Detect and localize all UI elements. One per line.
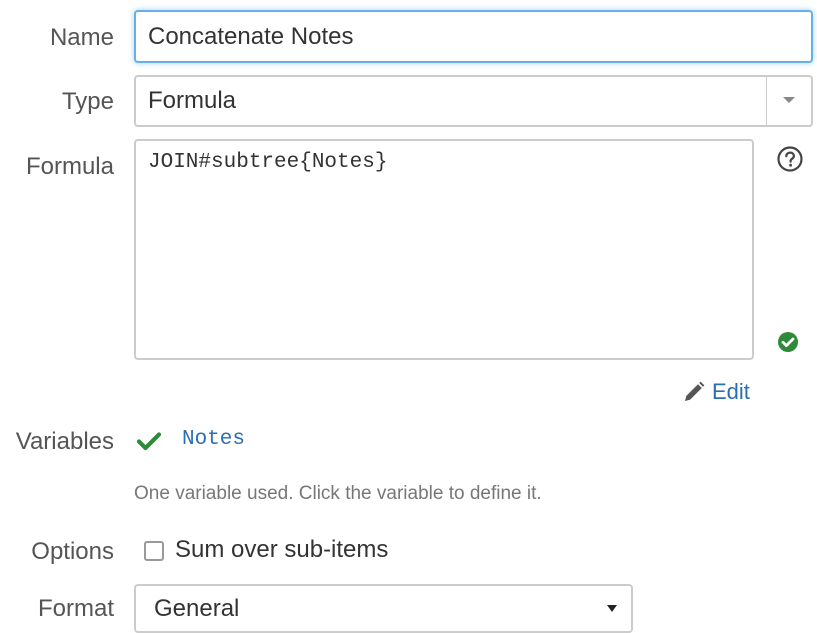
- type-select-value: Formula: [148, 87, 237, 114]
- format-select[interactable]: General: [134, 584, 633, 633]
- name-input[interactable]: Concatenate Notes: [134, 10, 813, 63]
- sum-over-subitems-checkbox[interactable]: [144, 541, 164, 561]
- pencil-icon: [685, 381, 705, 401]
- variable-link-notes[interactable]: Notes: [182, 428, 245, 451]
- format-label: Format: [37, 595, 114, 622]
- dropdown-arrow-icon: [607, 605, 617, 612]
- type-select-divider: [766, 77, 767, 125]
- edit-link[interactable]: Edit: [682, 377, 750, 407]
- formula-label: Formula: [25, 153, 114, 180]
- format-select-value: General: [154, 595, 240, 622]
- chevron-down-icon[interactable]: [783, 97, 795, 103]
- question-circle-icon[interactable]: [776, 145, 804, 173]
- options-label: Options: [31, 538, 114, 565]
- edit-link-label: Edit: [712, 379, 750, 404]
- check-icon: [136, 432, 162, 451]
- formula-textarea[interactable]: JOIN#subtree{Notes}: [134, 139, 754, 360]
- check-circle-icon: [778, 332, 798, 352]
- type-label: Type: [61, 88, 114, 115]
- sum-over-subitems-label[interactable]: Sum over sub-items: [175, 536, 388, 564]
- name-label: Name: [49, 24, 114, 51]
- variables-hint: One variable used. Click the variable to…: [134, 483, 542, 504]
- type-select[interactable]: Formula: [134, 75, 813, 127]
- variables-label: Variables: [15, 428, 114, 455]
